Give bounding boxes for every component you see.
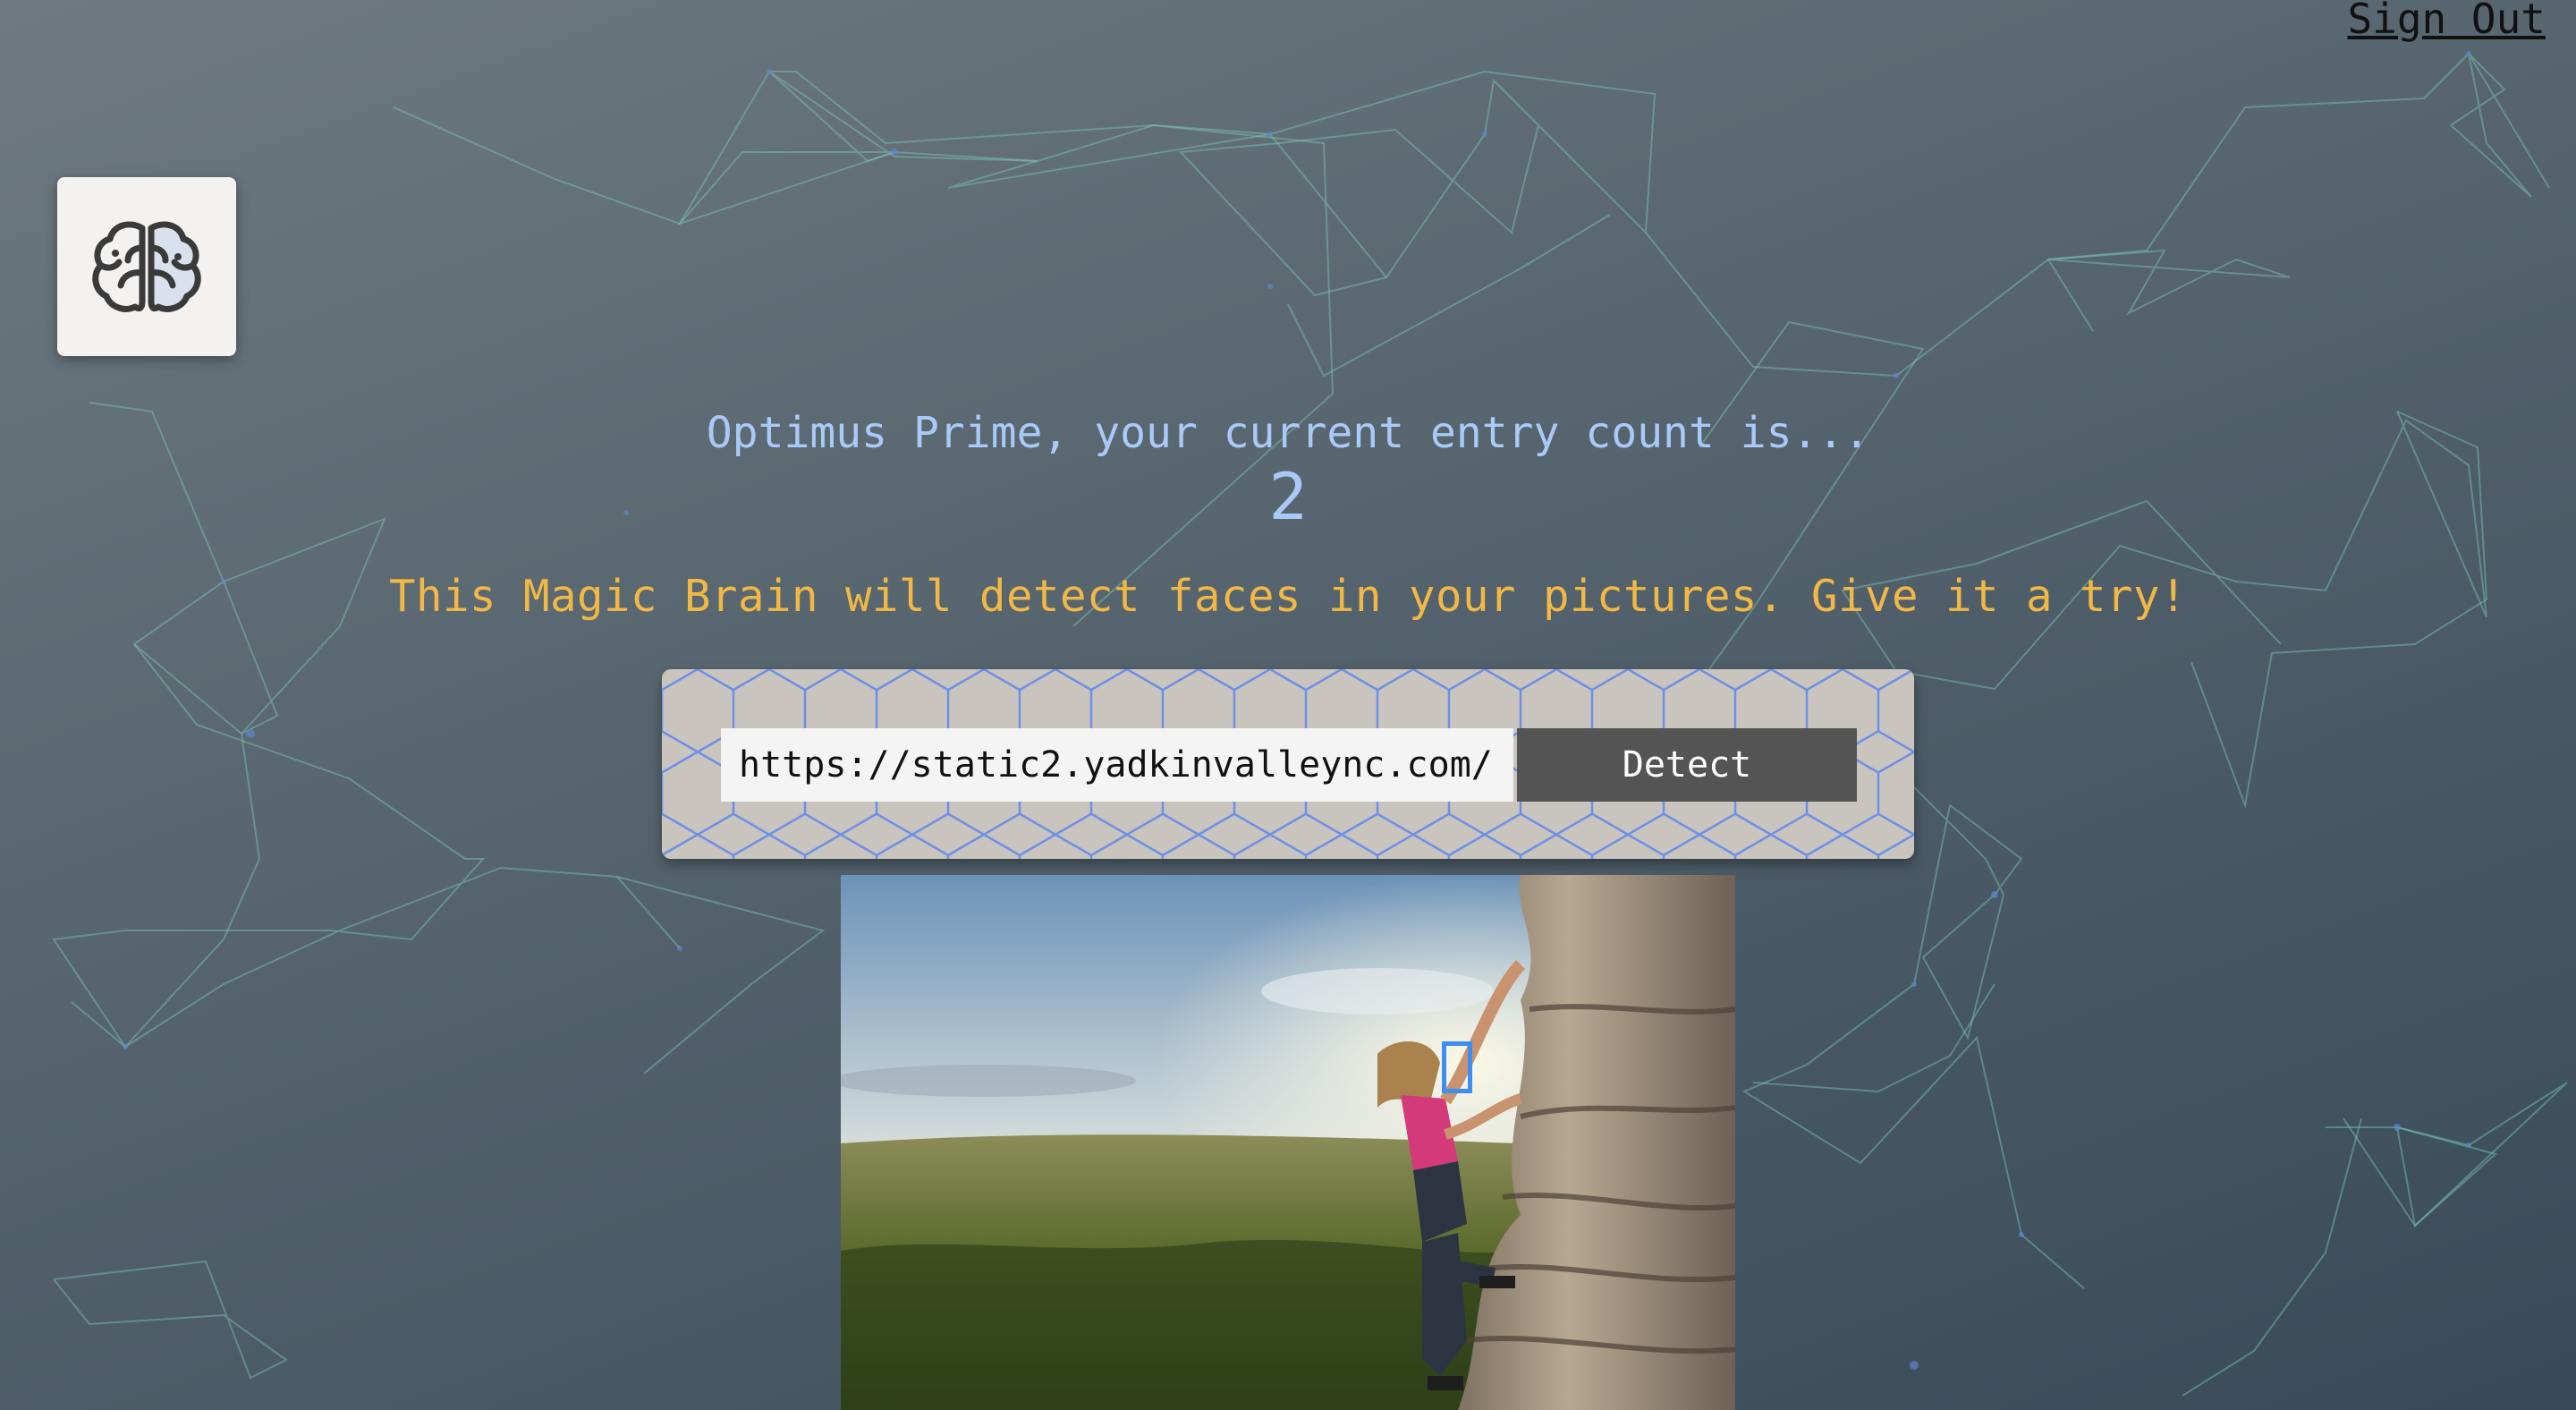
input-image [841,875,1735,1410]
image-url-form: Detect [662,669,1914,859]
image-url-input[interactable] [721,728,1513,802]
entry-count-greeting: Optimus Prime, your current entry count … [706,408,1870,458]
sign-out-link[interactable]: Sign Out [2347,0,2546,43]
climber-photo [841,875,1735,1410]
tagline: This Magic Brain will detect faces in yo… [388,571,2188,622]
detect-button[interactable]: Detect [1517,728,1857,802]
logo [57,177,236,356]
entry-count: 2 [1268,459,1308,534]
brain-icon [92,221,201,312]
face-bounding-box [1442,1041,1472,1093]
